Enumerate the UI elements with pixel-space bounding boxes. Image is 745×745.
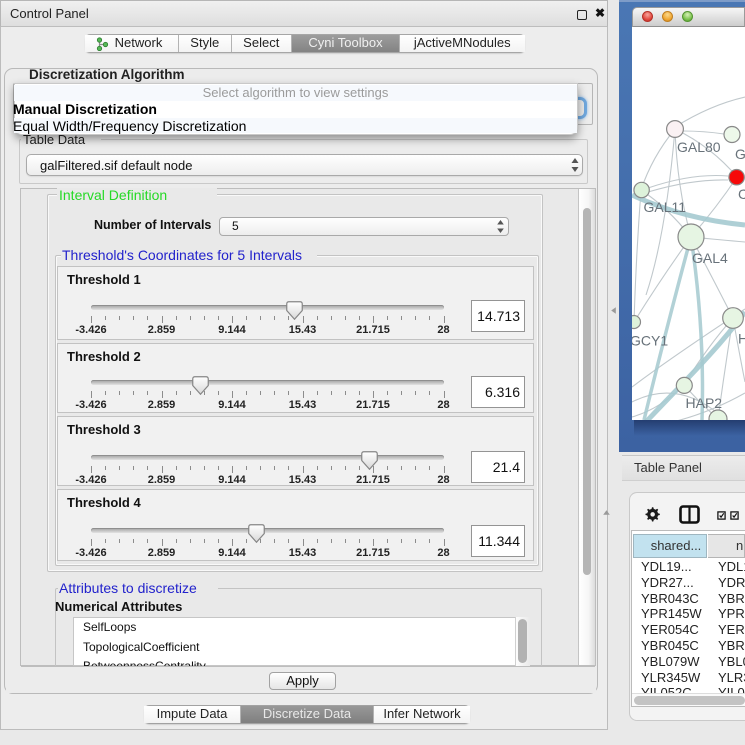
svg-text:GAL11: GAL11 xyxy=(644,199,687,215)
svg-text:GAL80: GAL80 xyxy=(677,139,721,155)
svg-text:HAP2: HAP2 xyxy=(686,395,723,411)
svg-text:GCY1: GCY1 xyxy=(632,333,668,349)
svg-text:H: H xyxy=(738,331,745,347)
svg-text:C: C xyxy=(738,186,745,202)
svg-text:GAL4: GAL4 xyxy=(692,250,728,266)
svg-text:GA: GA xyxy=(735,146,745,162)
